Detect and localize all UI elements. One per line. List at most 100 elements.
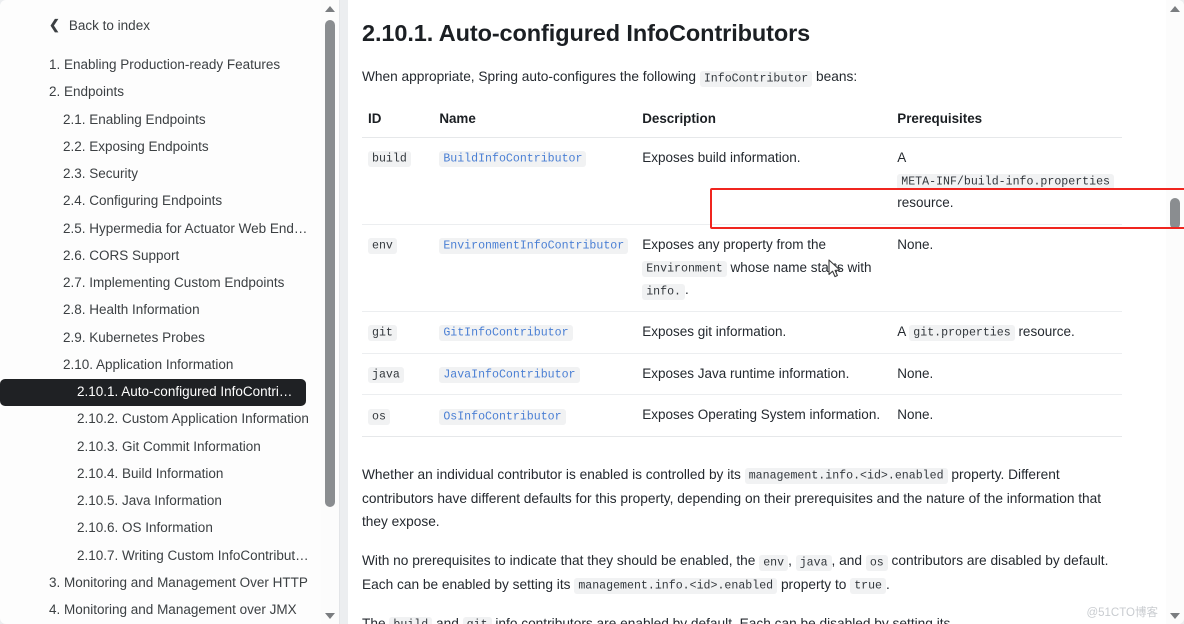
content-scrollbar-thumb[interactable] — [1170, 198, 1180, 229]
cell-prerequisites: None. — [891, 394, 1122, 437]
cell-prerequisites: A META-INF/build-info.properties resourc… — [891, 137, 1122, 225]
sidebar-item-label: 2.8. Health Information — [63, 302, 200, 318]
inline-code-properties-resource: git.properties — [909, 325, 1015, 342]
sidebar-item-label: 2.10.3. Git Commit Information — [77, 438, 261, 454]
back-to-index-label: Back to index — [68, 17, 150, 33]
cell-id: os — [362, 394, 434, 437]
sidebar-item-21[interactable]: 4. Monitoring and Management over JMX — [0, 597, 321, 624]
scroll-down-arrow-icon[interactable] — [321, 607, 339, 624]
table-row: build BuildInfoContributor Exposes build i… — [362, 137, 1122, 225]
sidebar-item-4[interactable]: 2.2. Exposing Endpoints — [0, 134, 321, 161]
sidebar-item-label: 2.10.4. Build Information — [77, 465, 224, 481]
inline-code-contributor-class-link[interactable]: BuildInfoContributor — [439, 151, 587, 168]
sidebar-item-5[interactable]: 2.3. Security — [0, 161, 321, 188]
sidebar-item-label: 2.10.6. OS Information — [77, 520, 213, 536]
inline-code-row-id: build — [368, 151, 411, 168]
content-scroll-down-arrow-icon[interactable] — [1166, 607, 1184, 624]
cell-name: GitInfoContributor — [433, 311, 637, 354]
sidebar-item-label: 2. Endpoints — [49, 84, 125, 100]
sidebar-item-9[interactable]: 2.7. Implementing Custom Endpoints — [0, 270, 321, 297]
sidebar-item-label: 2.1. Enabling Endpoints — [63, 111, 206, 127]
sidebar-item-label: 2.6. CORS Support — [63, 247, 180, 263]
inline-code-java: java — [795, 554, 832, 571]
sidebar-item-16[interactable]: 2.10.4. Build Information — [0, 461, 321, 488]
sidebar-scroll-content: ❮ Back to index 1. Enabling Production-r… — [0, 0, 321, 624]
sidebar-scrollbar[interactable] — [321, 0, 339, 624]
sidebar-item-label: 2.2. Exposing Endpoints — [63, 138, 209, 154]
column-header-prerequisites: Prerequisites — [891, 110, 1122, 138]
sidebar-item-14[interactable]: 2.10.2. Custom Application Information — [0, 406, 321, 433]
sidebar-item-13[interactable]: 2.10.1. Auto-configured InfoContributors — [0, 379, 306, 407]
table-row: git GitInfoContributor Exposes git informa… — [362, 311, 1122, 354]
table-row: env EnvironmentInfoContributor Exposes any… — [362, 224, 1122, 312]
cell-name: BuildInfoContributor — [433, 137, 637, 225]
inline-code-contributor-class-link[interactable]: EnvironmentInfoContributor — [439, 238, 629, 255]
inline-code-properties-resource: META-INF/build-info.properties — [897, 174, 1114, 191]
column-header-description: Description — [636, 110, 892, 138]
table-header-row: ID Name Description Prerequisites — [362, 110, 1122, 138]
cell-id: env — [362, 224, 434, 312]
sidebar-item-11[interactable]: 2.9. Kubernetes Probes — [0, 325, 321, 352]
inline-code-row-id: env — [368, 238, 397, 255]
sidebar-item-18[interactable]: 2.10.6. OS Information — [0, 515, 321, 542]
inline-code-infocontributor: InfoContributor — [699, 70, 813, 87]
sidebar-item-10[interactable]: 2.8. Health Information — [0, 297, 321, 324]
inline-code-true: true — [850, 578, 887, 595]
sidebar-item-17[interactable]: 2.10.5. Java Information — [0, 488, 321, 515]
sidebar-toc-panel: ❮ Back to index 1. Enabling Production-r… — [0, 0, 340, 624]
document-scroll-content: 2.10.1. Auto-configured InfoContributors… — [348, 0, 1166, 624]
sidebar-item-6[interactable]: 2.4. Configuring Endpoints — [0, 188, 321, 215]
inline-code-row-id: os — [368, 408, 390, 425]
content-scroll-up-arrow-icon[interactable] — [1166, 0, 1184, 17]
cell-id: git — [362, 311, 434, 354]
inline-code-info-prefix: info. — [642, 283, 686, 300]
table-row: os OsInfoContributor Exposes Operating Sys… — [362, 394, 1122, 437]
inline-code-contributor-class-link[interactable]: GitInfoContributor — [439, 325, 573, 342]
cell-name: OsInfoContributor — [433, 394, 637, 437]
sidebar-item-label: 1. Enabling Production-ready Features — [49, 57, 281, 73]
sidebar-item-12[interactable]: 2.10. Application Information — [0, 352, 321, 379]
inline-code-environment: Environment — [642, 261, 727, 278]
inline-code-os: os — [865, 554, 888, 571]
sidebar-item-label: 2.10.7. Writing Custom InfoContributors — [77, 547, 314, 563]
cell-prerequisites: A git.properties resource. — [891, 311, 1122, 354]
inline-code-contributor-class-link[interactable]: JavaInfoContributor — [439, 367, 580, 384]
sidebar-item-8[interactable]: 2.6. CORS Support — [0, 243, 321, 270]
sidebar-item-7[interactable]: 2.5. Hypermedia for Actuator Web Endpoin… — [0, 216, 321, 243]
paragraph-no-prerequisites: With no prerequisites to indicate that t… — [362, 553, 1109, 595]
sidebar-item-label: 2.3. Security — [63, 166, 139, 182]
document-content-panel: 2.10.1. Auto-configured InfoContributors… — [348, 0, 1184, 624]
panel-gap — [340, 0, 348, 624]
sidebar-item-20[interactable]: 3. Monitoring and Management Over HTTP — [0, 570, 321, 597]
inline-code-row-id: java — [368, 367, 404, 384]
sidebar-item-1[interactable]: 1. Enabling Production-ready Features — [0, 52, 321, 79]
cell-description: Exposes Operating System information. — [636, 394, 892, 437]
intro-text-before: When appropriate, Spring auto-configures… — [362, 69, 697, 84]
watermark-label: @51CTO博客 — [1086, 607, 1158, 619]
sidebar-item-19[interactable]: 2.10.7. Writing Custom InfoContributors — [0, 543, 321, 570]
cell-id: build — [362, 137, 434, 225]
infocontributors-table: ID Name Description Prerequisites build B… — [362, 110, 1122, 437]
cell-description: Exposes build information. — [636, 137, 892, 225]
sidebar-item-15[interactable]: 2.10.3. Git Commit Information — [0, 434, 321, 461]
sidebar-item-label: 2.10.2. Custom Application Information — [77, 411, 309, 427]
inline-code-contributor-class-link[interactable]: OsInfoContributor — [439, 408, 566, 425]
sidebar-item-2[interactable]: 2. Endpoints — [0, 79, 321, 106]
cell-description: Exposes any property from the Environmen… — [636, 224, 892, 312]
scroll-up-arrow-icon[interactable] — [321, 0, 339, 17]
back-to-index-link[interactable]: ❮ Back to index — [0, 12, 321, 38]
intro-paragraph: When appropriate, Spring auto-configures… — [362, 65, 1122, 89]
cell-name: JavaInfoContributor — [433, 353, 637, 396]
sidebar-scrollbar-thumb[interactable] — [325, 20, 335, 507]
sidebar-item-label: 2.7. Implementing Custom Endpoints — [63, 275, 285, 291]
sidebar-item-label: 2.10.5. Java Information — [77, 493, 222, 509]
paragraph-enabled-control: Whether an individual contributor is ena… — [362, 466, 1102, 530]
sidebar-item-label: 4. Monitoring and Management over JMX — [49, 602, 297, 618]
content-scrollbar[interactable] — [1166, 0, 1184, 624]
sidebar-item-3[interactable]: 2.1. Enabling Endpoints — [0, 107, 321, 134]
column-header-name: Name — [433, 110, 637, 138]
sidebar-item-label: 2.4. Configuring Endpoints — [63, 193, 223, 209]
sidebar-item-label: 3. Monitoring and Management Over HTTP — [49, 574, 308, 590]
cell-prerequisites: None. — [891, 353, 1122, 396]
inline-code-git: git — [462, 617, 492, 624]
